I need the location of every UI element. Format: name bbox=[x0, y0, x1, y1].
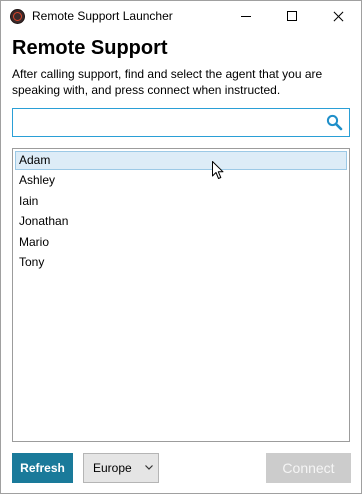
list-item[interactable]: Mario bbox=[15, 233, 347, 252]
app-logo-icon bbox=[10, 9, 25, 24]
window-title: Remote Support Launcher bbox=[32, 9, 173, 23]
refresh-button[interactable]: Refresh bbox=[12, 453, 73, 483]
title-bar[interactable]: Remote Support Launcher bbox=[1, 1, 361, 32]
close-icon[interactable] bbox=[315, 1, 361, 32]
agent-list[interactable]: Adam Ashley Iain Jonathan Mario Tony bbox=[12, 148, 350, 442]
remote-support-window: Remote Support Launcher Remote Support A… bbox=[0, 0, 362, 494]
search-icon[interactable] bbox=[326, 114, 343, 131]
list-item[interactable]: Tony bbox=[15, 253, 347, 272]
minimize-icon[interactable] bbox=[223, 1, 269, 32]
maximize-icon[interactable] bbox=[269, 1, 315, 32]
list-item[interactable]: Jonathan bbox=[15, 212, 347, 231]
list-item[interactable]: Iain bbox=[15, 192, 347, 211]
connect-button[interactable]: Connect bbox=[266, 453, 351, 483]
search-input[interactable] bbox=[15, 111, 328, 134]
list-item[interactable]: Ashley bbox=[15, 171, 347, 190]
region-selected-value: Europe bbox=[93, 461, 132, 475]
chevron-down-icon bbox=[145, 465, 153, 470]
instructions-text: After calling support, find and select t… bbox=[12, 67, 323, 97]
region-dropdown[interactable]: Europe bbox=[83, 453, 159, 483]
page-title: Remote Support bbox=[12, 37, 168, 59]
search-box bbox=[12, 108, 350, 137]
list-item[interactable]: Adam bbox=[15, 151, 347, 170]
mouse-pointer-icon bbox=[212, 161, 224, 179]
